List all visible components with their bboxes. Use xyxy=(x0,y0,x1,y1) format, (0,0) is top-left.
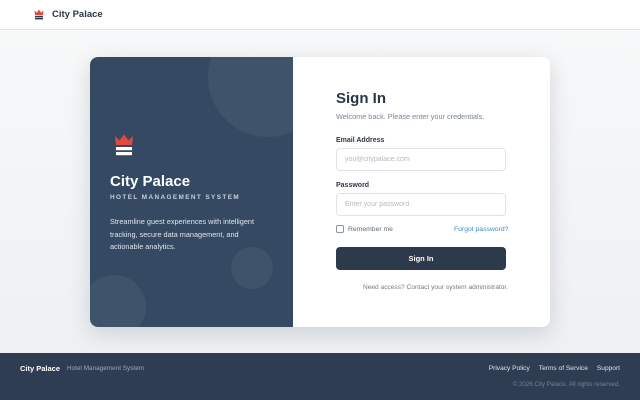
panel-title: City Palace xyxy=(110,173,191,190)
access-note: Need access? Contact your system adminis… xyxy=(362,284,509,291)
signin-button[interactable]: Sign In xyxy=(336,247,506,270)
decorative-circle xyxy=(208,57,293,137)
top-header: City Palace xyxy=(0,0,640,30)
footer-links: Privacy Policy Terms of Service Support xyxy=(489,365,620,372)
remember-checkbox[interactable] xyxy=(336,225,344,233)
signin-panel: Sign In Welcome back. Please enter your … xyxy=(293,57,550,327)
email-label: Email Address xyxy=(336,137,385,144)
password-field[interactable] xyxy=(336,193,506,216)
crown-icon xyxy=(114,133,134,157)
brand-panel: City Palace HOTEL MANAGEMENT SYSTEM Stre… xyxy=(90,57,293,327)
remember-label[interactable]: Remember me xyxy=(348,226,393,233)
privacy-policy-link[interactable]: Privacy Policy xyxy=(489,365,530,372)
footer-tagline: Hotel Management System xyxy=(67,365,145,372)
crown-icon[interactable] xyxy=(34,9,44,20)
panel-description: Streamline guest experiences with intell… xyxy=(110,217,254,251)
forgot-password-link[interactable]: Forgot password? xyxy=(454,226,508,233)
signin-title: Sign In xyxy=(336,90,386,107)
copyright: © 2026 City Palace. All rights reserved. xyxy=(512,381,620,388)
decorative-circle xyxy=(90,275,146,327)
terms-of-service-link[interactable]: Terms of Service xyxy=(539,365,588,372)
panel-subtitle: HOTEL MANAGEMENT SYSTEM xyxy=(110,194,241,201)
email-field[interactable] xyxy=(336,148,506,171)
header-brand[interactable]: City Palace xyxy=(52,9,103,20)
login-card: City Palace HOTEL MANAGEMENT SYSTEM Stre… xyxy=(90,57,550,327)
footer-brand: City Palace xyxy=(20,364,61,373)
welcome-text: Welcome back. Please enter your credenti… xyxy=(336,112,485,121)
remember-me[interactable]: Remember me xyxy=(336,225,393,233)
support-link[interactable]: Support xyxy=(597,365,620,372)
password-label: Password xyxy=(336,182,370,189)
footer: City Palace Hotel Management System Priv… xyxy=(0,353,640,400)
